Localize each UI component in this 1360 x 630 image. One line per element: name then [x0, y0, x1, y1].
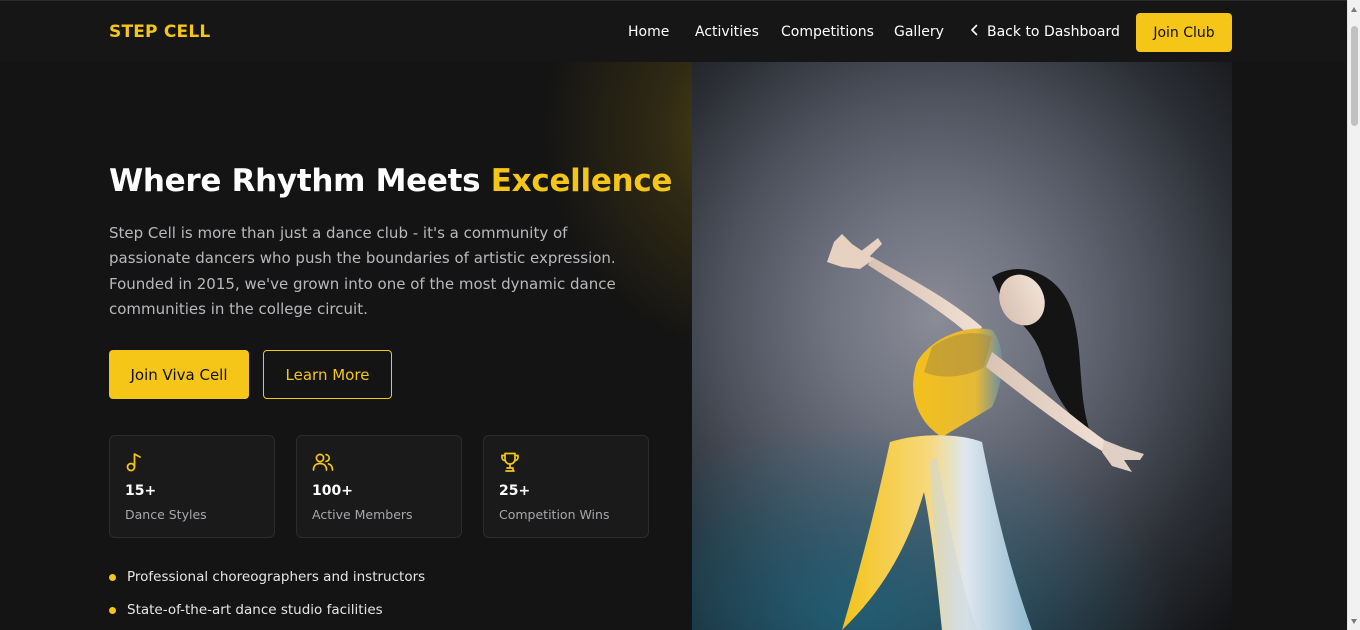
music-note-icon	[125, 451, 145, 473]
hero-dancer-image	[692, 62, 1232, 630]
nav-link-home[interactable]: Home	[628, 24, 669, 40]
back-to-dashboard-label: Back to Dashboard	[987, 24, 1120, 40]
stat-card-active-members: 100+ Active Members	[296, 435, 462, 538]
stat-label: Active Members	[312, 507, 413, 522]
hero-title-main: Where Rhythm Meets	[109, 163, 491, 199]
scroll-up-icon[interactable]	[1351, 7, 1357, 12]
nav-link-competitions[interactable]: Competitions	[781, 24, 874, 40]
scroll-down-icon[interactable]	[1351, 619, 1357, 624]
feature-text: Professional choreographers and instruct…	[127, 569, 426, 585]
feature-text: State-of-the-art dance studio facilities	[127, 602, 383, 618]
bullet-dot-icon	[109, 573, 116, 581]
bullet-dot-icon	[109, 606, 116, 614]
stat-value: 100+	[312, 483, 353, 499]
trophy-icon	[499, 451, 519, 473]
stat-label: Dance Styles	[125, 507, 207, 522]
hero-description: Step Cell is more than just a dance club…	[109, 224, 616, 318]
hero-section: Where Rhythm Meets Excellence Step Cell …	[0, 62, 1347, 630]
dancer-illustration	[692, 234, 1232, 630]
stat-label: Competition Wins	[499, 507, 610, 522]
hero-title-accent: Excellence	[490, 163, 673, 199]
stat-value: 25+	[499, 483, 531, 499]
join-viva-cell-button[interactable]: Join Viva Cell	[109, 350, 249, 399]
join-club-button[interactable]: Join Club	[1136, 13, 1232, 52]
page-scrollbar[interactable]	[1347, 0, 1360, 630]
back-to-dashboard-link[interactable]: Back to Dashboard	[970, 24, 1120, 40]
nav-link-activities[interactable]: Activities	[695, 24, 759, 40]
navbar: STEP CELL Home Activities Competitions G…	[0, 0, 1347, 62]
brand-logo[interactable]: STEP CELL	[109, 22, 210, 42]
stat-value: 15+	[125, 483, 157, 499]
feature-list-item: Professional choreographers and instruct…	[109, 569, 425, 585]
stat-card-competition-wins: 25+ Competition Wins	[483, 435, 649, 538]
stat-card-dance-styles: 15+ Dance Styles	[109, 435, 275, 538]
chevron-left-icon	[970, 24, 979, 40]
nav-link-gallery[interactable]: Gallery	[894, 24, 944, 40]
scrollbar-thumb[interactable]	[1351, 26, 1358, 126]
hero-title: Where Rhythm Meets Excellence	[109, 163, 672, 199]
users-icon	[312, 451, 334, 473]
learn-more-button[interactable]: Learn More	[263, 350, 392, 399]
feature-list-item: State-of-the-art dance studio facilities	[109, 602, 383, 618]
